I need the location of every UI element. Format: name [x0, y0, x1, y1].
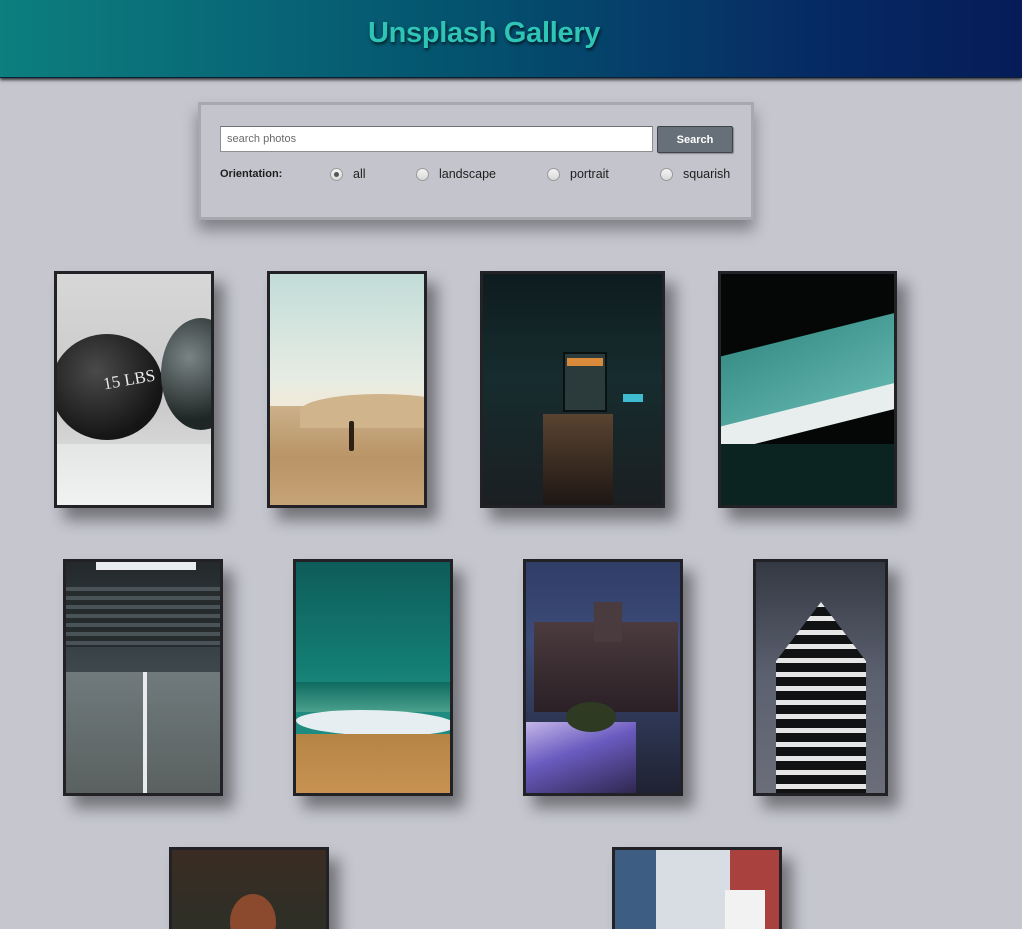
page-title: Unsplash Gallery: [368, 17, 601, 49]
gallery-photo-city-night[interactable]: [523, 559, 683, 796]
gallery-photo-portrait-branches[interactable]: [169, 847, 329, 929]
orientation-option-portrait[interactable]: portrait: [547, 167, 609, 181]
radio-all[interactable]: [330, 167, 343, 181]
radio-portrait[interactable]: [547, 167, 560, 181]
orientation-label: Orientation:: [220, 168, 283, 180]
gallery-photo-parking-garage[interactable]: [63, 559, 223, 796]
orientation-option-squarish[interactable]: squarish: [660, 167, 730, 181]
radio-landscape[interactable]: [416, 167, 429, 181]
gallery-photo-tram-night[interactable]: [480, 271, 665, 508]
search-panel: Search Orientation: all landscape portra…: [198, 102, 754, 220]
app-header: Unsplash Gallery: [0, 0, 1022, 78]
gallery-photo-medicine-balls[interactable]: 15 LBS: [54, 271, 214, 508]
orientation-option-all[interactable]: all: [330, 167, 366, 181]
gallery-photo-skyscraper[interactable]: [753, 559, 888, 796]
gallery-photo-ocean-aerial[interactable]: [293, 559, 453, 796]
orientation-option-landscape[interactable]: landscape: [416, 167, 496, 181]
gallery-photo-desert[interactable]: [267, 271, 427, 508]
orientation-option-label: portrait: [570, 167, 609, 181]
gallery-photo-teal-architecture[interactable]: [718, 271, 897, 508]
search-button[interactable]: Search: [657, 126, 733, 153]
radio-squarish[interactable]: [660, 167, 673, 181]
orientation-option-label: landscape: [439, 167, 496, 181]
search-input[interactable]: [220, 126, 653, 152]
orientation-option-label: squarish: [683, 167, 731, 181]
gallery-photo-house-tree[interactable]: [612, 847, 782, 929]
orientation-option-label: all: [353, 167, 366, 181]
